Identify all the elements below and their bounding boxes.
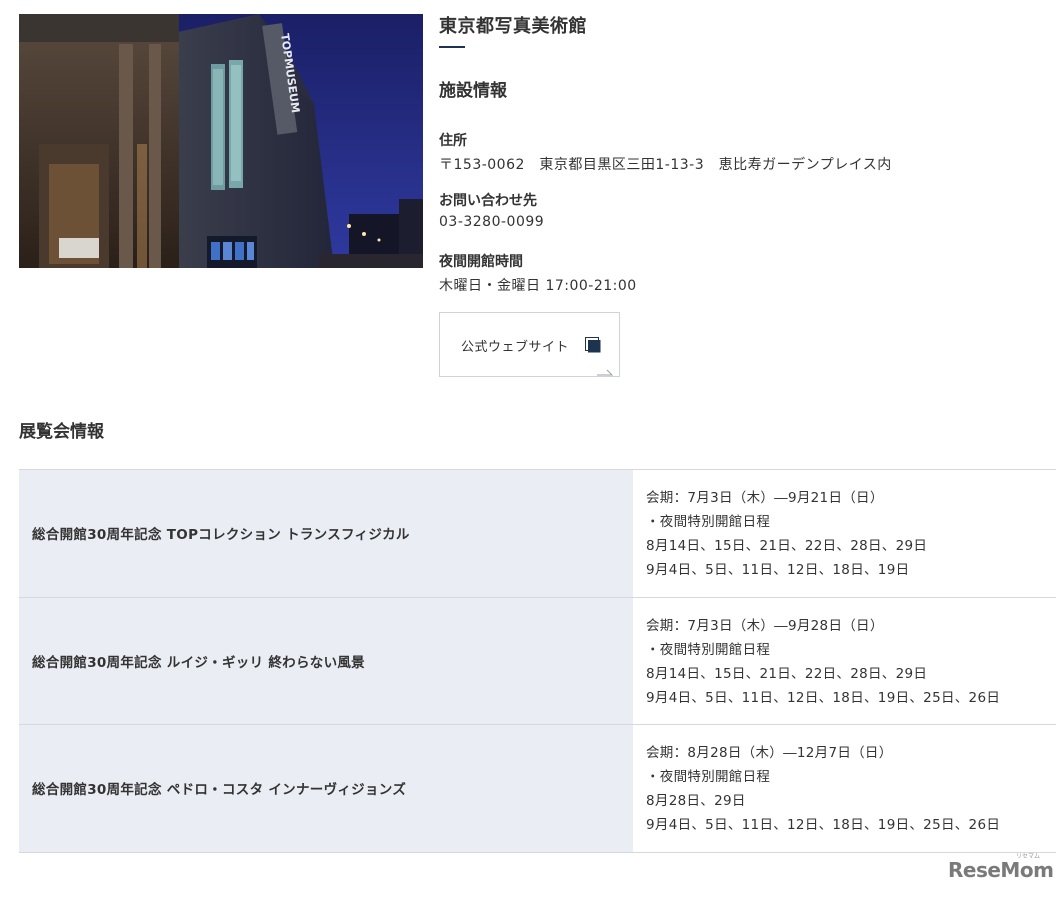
- night-dates-september: 9月4日、5日、11日、12日、18日、19日: [646, 562, 910, 578]
- arrow-icon: [597, 361, 614, 376]
- address-value: 〒153-0062 東京都目黒区三田1-13-3 恵比寿ガーデンプレイス内: [439, 157, 892, 173]
- table-row: 総合開館30周年記念 TOPコレクション トランスフィジカル 会期：7月3日（木…: [19, 470, 1056, 598]
- official-website-button[interactable]: 公式ウェブサイト: [439, 312, 620, 377]
- table-row: 総合開館30周年記念 ルイジ・ギッリ 終わらない風景 会期：7月3日（木）―9月…: [19, 597, 1056, 725]
- address-label: 住所: [439, 133, 467, 149]
- night-dates-september: 9月4日、5日、11日、12日、18日、19日、25日、26日: [646, 689, 1001, 706]
- exhibition-dates-cell: 会期：7月3日（木）―9月21日（日） ・夜間特別開館日程 8月14日、15日、…: [633, 470, 1056, 597]
- exhibition-title: 総合開館30周年記念 ルイジ・ギッリ 終わらない風景: [32, 654, 365, 671]
- exhibition-period: 会期：7月3日（木）―9月21日（日）: [646, 490, 884, 506]
- night-dates-august: 8月14日、15日、21日、22日、28日、29日: [646, 665, 928, 682]
- official-website-label: 公式ウェブサイト: [461, 340, 570, 355]
- night-hours-value: 木曜日・金曜日 17:00-21:00: [439, 278, 637, 294]
- night-dates-august: 8月28日、29日: [646, 793, 746, 809]
- night-dates-august: 8月14日、15日、21日、22日、28日、29日: [646, 538, 928, 554]
- night-schedule-label: ・夜間特別開館日程: [646, 514, 771, 530]
- exhibition-title: 総合開館30周年記念 TOPコレクション トランスフィジカル: [32, 527, 410, 544]
- exhibition-title-cell: 総合開館30周年記念 ルイジ・ギッリ 終わらない風景: [19, 597, 633, 724]
- exhibition-title: 総合開館30周年記念 ペドロ・コスタ インナーヴィジョンズ: [32, 782, 407, 799]
- museum-photo: TOPMUSEUM: [19, 14, 423, 268]
- external-window-icon: [585, 337, 601, 353]
- night-schedule-label: ・夜間特別開館日程: [646, 641, 771, 658]
- facility-heading: 施設情報: [439, 81, 507, 101]
- resemom-logo: ReseMom: [948, 858, 1054, 882]
- night-hours-label: 夜間開館時間: [439, 254, 523, 270]
- exhibitions-table: 総合開館30周年記念 TOPコレクション トランスフィジカル 会期：7月3日（木…: [19, 469, 1056, 853]
- contact-value: 03-3280-0099: [439, 214, 545, 230]
- exhibition-title-cell: 総合開館30周年記念 TOPコレクション トランスフィジカル: [19, 470, 633, 597]
- exhibition-dates-cell: 会期：7月3日（木）―9月28日（日） ・夜間特別開館日程 8月14日、15日、…: [633, 598, 1056, 725]
- exhibition-period: 会期：7月3日（木）―9月28日（日）: [646, 617, 884, 634]
- exhibition-period: 会期：8月28日（木）―12月7日（日）: [646, 745, 893, 761]
- night-dates-september: 9月4日、5日、11日、12日、18日、19日、25日、26日: [646, 817, 1001, 833]
- exhibitions-heading: 展覧会情報: [19, 422, 104, 442]
- title-underline: [439, 46, 465, 48]
- museum-name: 東京都写真美術館: [439, 16, 587, 37]
- night-schedule-label: ・夜間特別開館日程: [646, 769, 771, 785]
- contact-label: お問い合わせ先: [439, 193, 537, 209]
- exhibition-title-cell: 総合開館30周年記念 ペドロ・コスタ インナーヴィジョンズ: [19, 725, 633, 852]
- table-row: 総合開館30周年記念 ペドロ・コスタ インナーヴィジョンズ 会期：8月28日（木…: [19, 725, 1056, 853]
- exhibition-dates-cell: 会期：8月28日（木）―12月7日（日） ・夜間特別開館日程 8月28日、29日…: [633, 725, 1056, 852]
